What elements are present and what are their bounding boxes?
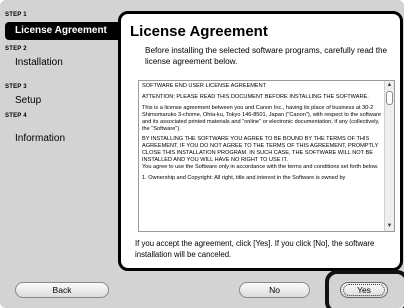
license-paragraph: This is a license agreement between you … — [142, 104, 381, 132]
step-1-number: STEP 1 — [5, 12, 27, 18]
steps-sidebar: STEP 1 License Agreement STEP 2 Installa… — [0, 0, 122, 270]
scroll-thumb[interactable] — [386, 91, 393, 105]
license-panel: License Agreement Before installing the … — [118, 11, 403, 271]
license-text-box[interactable]: SOFTWARE END USER LICENSE AGREEMENT ATTE… — [138, 80, 395, 232]
installer-window: STEP 1 License Agreement STEP 2 Installa… — [0, 0, 404, 308]
step-3-number: STEP 3 — [5, 84, 27, 90]
step-2-name: Installation — [15, 57, 63, 68]
step-4-name: Information — [15, 133, 66, 144]
scroll-down-arrow-icon[interactable]: ▼ — [385, 222, 394, 231]
license-paragraph: 1. Ownership and Copyright: All right, t… — [142, 174, 346, 181]
step-3-name: Setup — [15, 95, 42, 106]
yes-button[interactable]: Yes — [340, 282, 388, 298]
license-text: SOFTWARE END USER LICENSE AGREEMENT ATTE… — [142, 83, 383, 186]
license-paragraph: BY INSTALLING THE SOFTWARE YOU AGREE TO … — [142, 136, 379, 164]
license-paragraph: ATTENTION: PLEASE READ THIS DOCUMENT BEF… — [142, 93, 369, 100]
license-paragraph: You agree to use the Software only in ac… — [142, 164, 379, 171]
page-title: License Agreement — [130, 23, 268, 40]
license-paragraph: SOFTWARE END USER LICENSE AGREEMENT — [142, 83, 267, 89]
license-scrollbar[interactable]: ▲ ▼ — [384, 81, 394, 231]
intro-text: Before installing the selected software … — [145, 46, 388, 66]
step-2-number: STEP 2 — [5, 46, 27, 52]
back-button[interactable]: Back — [15, 282, 109, 298]
accept-instructions: If you accept the agreement, click [Yes]… — [135, 239, 375, 259]
step-4-number: STEP 4 — [5, 113, 27, 119]
step-1-item-active: License Agreement — [5, 22, 122, 40]
step-1-name: License Agreement — [15, 25, 107, 36]
no-button[interactable]: No — [239, 282, 310, 298]
scroll-up-arrow-icon[interactable]: ▲ — [385, 81, 394, 90]
